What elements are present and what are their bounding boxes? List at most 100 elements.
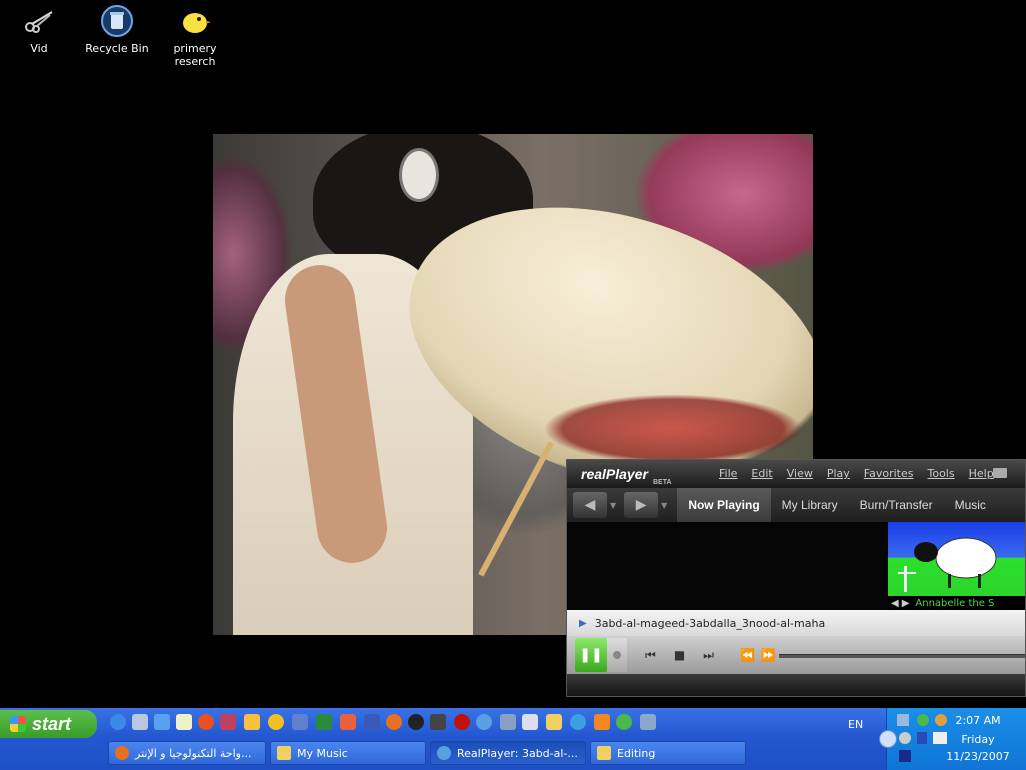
realplayer-titlebar[interactable]: realPlayer BETA File Edit View Play Favo… [567,460,1025,488]
back-button[interactable]: ◀ [573,492,607,518]
forward-button[interactable]: ▶ [624,492,659,518]
realplayer-footer [567,674,1025,696]
messenger-tray-icon[interactable] [917,714,929,726]
language-indicator[interactable]: EN [848,718,863,731]
menu-file[interactable]: File [719,467,737,480]
excel-icon[interactable] [316,714,332,730]
taskbar-button-firefox[interactable]: واحة التكنولوجيا و الإنتر... [108,741,266,765]
tab-now-playing[interactable]: Now Playing [677,488,771,522]
taskbar-button-label: My Music [297,746,348,760]
menu-favorites[interactable]: Favorites [864,467,914,480]
track-title: 3abd-al-mageed-3abdalla_3nood-al-maha [594,616,826,630]
realplayer-nav: ◀ ▼ ▶ ▼ Now Playing My Library Burn/Tran… [567,488,1025,522]
internet-explorer-icon[interactable] [110,714,126,730]
menu-view[interactable]: View [787,467,813,480]
vlc-icon[interactable] [594,714,610,730]
start-button[interactable]: start [0,710,97,738]
fast-forward-button[interactable]: ⏩ [761,648,776,662]
desktop-icon-primery-reserch[interactable]: primery reserch [160,4,230,68]
message-icon[interactable] [993,468,1007,478]
usb-tray-icon[interactable] [917,732,927,744]
record-button[interactable] [607,638,627,672]
taskbar-button-my-music[interactable]: My Music [270,741,426,765]
play-circle-icon[interactable] [570,714,586,730]
taskbar-button-label: Editing [617,746,656,760]
desktop-icon-label: Recycle Bin [85,42,149,55]
quickplayer-icon[interactable] [454,714,470,730]
desktop-icon-vid[interactable]: Vid [4,4,74,55]
scissors-icon [22,4,56,38]
word-icon[interactable] [364,714,380,730]
gadget-icon[interactable] [340,714,356,730]
menu-help[interactable]: Help [969,467,994,480]
document-icon[interactable] [522,714,538,730]
forward-dropdown-icon[interactable]: ▼ [661,501,667,510]
start-label: start [32,713,72,734]
realplayer-logo: realPlayer BETA [581,466,672,486]
chrome-like-icon[interactable] [198,714,214,730]
taskbar-button-label: RealPlayer: 3abd-al-... [457,746,578,760]
menu-edit[interactable]: Edit [751,467,772,480]
network-icon[interactable] [640,714,656,730]
mail-icon[interactable] [244,714,260,730]
previous-track-button[interactable]: ⏮ [645,648,656,663]
windows-logo-icon [10,716,26,732]
screen-icon[interactable] [500,714,516,730]
beta-label: BETA [653,479,672,486]
forward-arrow-icon: ▶ [635,497,647,513]
calculator-icon[interactable] [132,714,148,730]
recycle-bin-icon [100,4,134,38]
ad-next-icon[interactable]: ▶ [902,598,910,609]
video-area[interactable]: ◀ ▶ Annabelle the S [567,522,1025,610]
pause-button[interactable]: ❚❚ [575,638,607,672]
realplayer-ql-icon[interactable] [476,714,492,730]
tool-icon[interactable] [220,714,236,730]
ad-caption: ◀ ▶ Annabelle the S [888,596,1025,610]
media-icon[interactable] [292,714,308,730]
record-icon [613,651,621,659]
firefox-icon[interactable] [386,714,402,730]
tab-my-library[interactable]: My Library [771,488,849,522]
tab-burn-transfer[interactable]: Burn/Transfer [849,488,944,522]
realplayer-window[interactable]: realPlayer BETA File Edit View Play Favo… [566,459,1026,697]
ie-alt-icon[interactable] [154,714,170,730]
clock-date: 11/23/2007 [946,750,1010,763]
messenger-icon[interactable] [616,714,632,730]
clock-time: 2:07 AM [955,714,1001,727]
media-player-icon[interactable] [430,714,446,730]
back-dropdown-icon[interactable]: ▼ [610,501,616,510]
winamp-icon[interactable] [408,714,424,730]
menu-play[interactable]: Play [827,467,850,480]
next-track-button[interactable]: ⏭ [703,648,714,663]
taskbar-button-editing[interactable]: Editing [590,741,746,765]
pause-icon: ❚❚ [579,647,603,663]
clock-day: Friday [961,733,995,746]
folder-music-icon [277,746,291,760]
folder-icon [597,746,611,760]
menu-bar: File Edit View Play Favorites Tools Help [719,467,1008,480]
clock[interactable]: 2:07 AM Friday 11/23/2007 [943,714,1013,763]
firefox-icon [115,746,129,760]
antivirus-tray-icon[interactable] [899,732,911,744]
stop-button[interactable]: ■ [674,648,685,662]
norton-icon[interactable] [268,714,284,730]
folder-ql-icon[interactable] [546,714,562,730]
flag-tray-icon[interactable] [899,750,911,762]
tab-music[interactable]: Music [944,488,997,522]
rewind-button[interactable]: ⏪ [740,648,755,662]
notepad-icon[interactable] [176,714,192,730]
desktop-icon-label: Vid [30,42,48,55]
tray-expand-icon[interactable] [879,730,897,748]
ad-banner[interactable]: ◀ ▶ Annabelle the S [888,522,1025,610]
taskbar-button-realplayer[interactable]: RealPlayer: 3abd-al-... [430,741,586,765]
back-arrow-icon: ◀ [584,497,596,513]
seek-slider[interactable] [779,654,1025,658]
sheep-icon [898,537,997,592]
play-indicator-icon: ▶ [579,617,587,629]
menu-tools[interactable]: Tools [928,467,955,480]
desktop-icon-recycle-bin[interactable]: Recycle Bin [82,4,152,55]
track-bar: ▶ 3abd-al-mageed-3abdalla_3nood-al-maha [567,610,1025,636]
realplayer-icon [437,746,451,760]
ad-prev-icon[interactable]: ◀ [891,598,899,609]
network-tray-icon[interactable] [897,714,909,726]
